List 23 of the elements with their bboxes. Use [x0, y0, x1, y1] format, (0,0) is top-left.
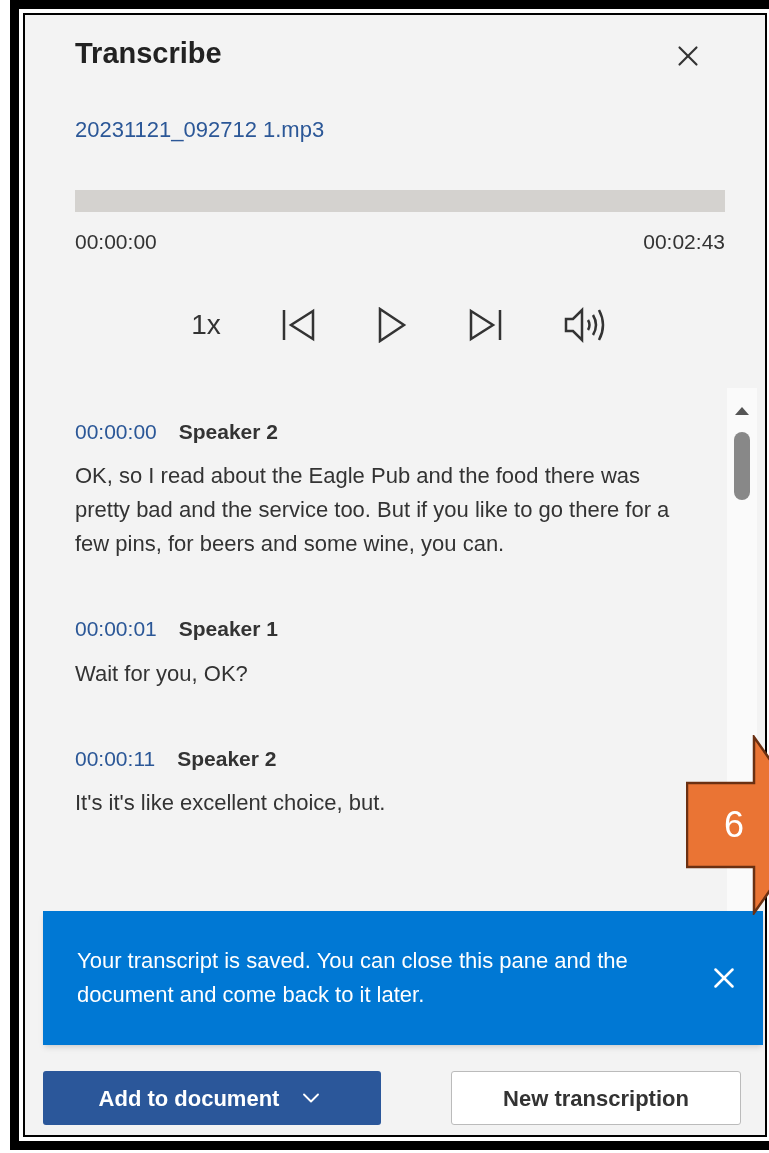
- play-icon[interactable]: [376, 306, 407, 343]
- transcript-text: It's it's like excellent choice, but.: [75, 789, 387, 817]
- notification-text: Your transcript is saved. You can close this pane and the document and come back to it later.: [77, 947, 629, 1009]
- speaker-name: Speaker 1: [178, 616, 278, 642]
- new-transcription-button[interactable]: New transcription: [451, 1071, 741, 1125]
- speaker-name: Speaker 2: [178, 418, 278, 445]
- add-to-document-button[interactable]: Add to document: [43, 1071, 381, 1125]
- transcript-text: OK, so I read about the Eagle Pub and the food there was pretty bad and the service too. But if you like to go there for a few pins, for beers and some wine, you can.: [75, 462, 671, 558]
- progress-track[interactable]: [75, 190, 725, 212]
- skip-back-icon[interactable]: [280, 307, 317, 342]
- timestamp-link[interactable]: 00:00:01: [75, 613, 157, 645]
- pane-title: Transcribe: [75, 39, 222, 68]
- elapsed-time: 00:00:00: [75, 229, 157, 255]
- timestamp-link[interactable]: 00:00:00: [75, 415, 157, 447]
- speaker-name: Speaker 2: [177, 745, 277, 772]
- callout-number: 6: [724, 807, 745, 843]
- total-duration: 00:02:43: [643, 229, 725, 255]
- scroll-thumb[interactable]: [734, 431, 750, 500]
- scroll-up-icon[interactable]: [734, 405, 750, 416]
- file-link[interactable]: 20231121_092712 1.mp3: [75, 113, 325, 146]
- transcript-text: Wait for you, OK?: [75, 659, 249, 688]
- speed-button[interactable]: 1x: [191, 303, 221, 346]
- timestamp-link[interactable]: 00:00:11: [75, 742, 156, 774]
